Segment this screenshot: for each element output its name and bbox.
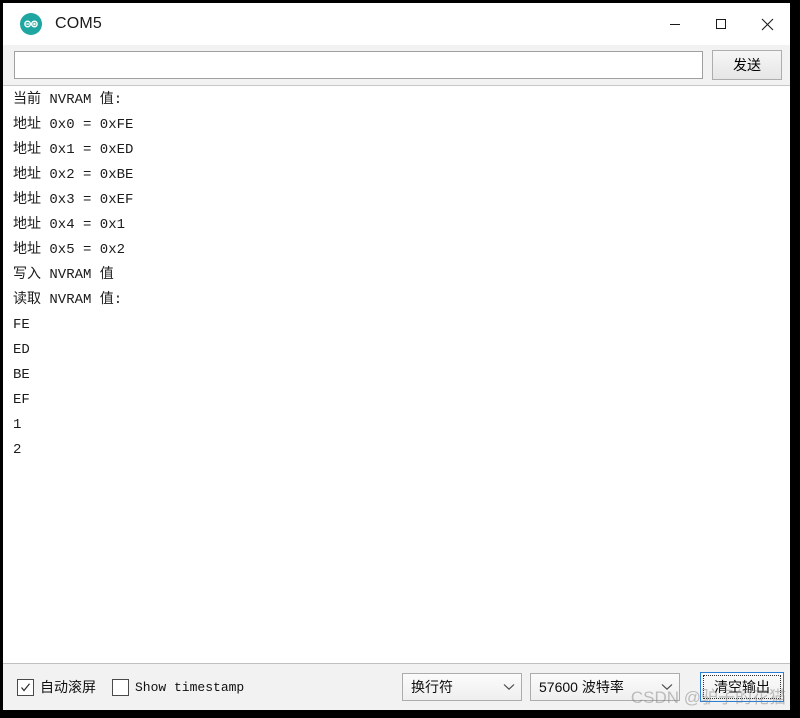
checkbox-box-autoscroll[interactable] xyxy=(17,678,34,696)
close-icon xyxy=(761,18,773,30)
maximize-icon xyxy=(716,19,726,29)
chevron-down-icon xyxy=(655,683,679,691)
minimize-button[interactable] xyxy=(652,3,698,45)
console-text: 当前 NVRAM 值: 地址 0x0 = 0xFE 地址 0x1 = 0xED … xyxy=(13,92,134,458)
newline-value: 换行符 xyxy=(411,679,453,695)
check-icon xyxy=(21,682,30,691)
baud-rate-value: 57600 波特率 xyxy=(539,679,624,695)
window-title: COM5 xyxy=(55,15,103,32)
clear-output-label: 清空输出 xyxy=(714,679,770,695)
show-timestamp-label: Show timestamp xyxy=(135,679,245,695)
show-timestamp-checkbox[interactable]: Show timestamp xyxy=(112,678,245,696)
newline-dropdown[interactable]: 换行符 xyxy=(402,673,522,701)
clear-output-button[interactable]: 清空输出 xyxy=(700,672,784,702)
autoscroll-label: 自动滚屏 xyxy=(40,679,96,695)
serial-monitor-window: COM5 发送 当前 NVRAM 值: 地址 0x0 = 0xFE 地址 0x1… xyxy=(3,3,790,710)
autoscroll-checkbox[interactable]: 自动滚屏 xyxy=(17,677,96,697)
status-bar: 自动滚屏 Show timestamp 换行符 57600 波特率 清空输出 xyxy=(3,664,790,710)
maximize-button[interactable] xyxy=(698,3,744,45)
chevron-down-icon xyxy=(497,683,521,691)
console-output-area[interactable]: 当前 NVRAM 值: 地址 0x0 = 0xFE 地址 0x1 = 0xED … xyxy=(3,85,790,664)
send-row: 发送 xyxy=(3,45,790,85)
close-button[interactable] xyxy=(744,3,790,45)
title-bar: COM5 xyxy=(3,3,790,45)
arduino-infinity-icon xyxy=(20,13,42,35)
send-button[interactable]: 发送 xyxy=(712,50,782,80)
minimize-icon xyxy=(670,24,680,25)
window-controls xyxy=(652,3,790,45)
send-input[interactable] xyxy=(14,51,703,79)
baud-rate-dropdown[interactable]: 57600 波特率 xyxy=(530,673,680,701)
checkbox-box-timestamp[interactable] xyxy=(112,678,129,696)
